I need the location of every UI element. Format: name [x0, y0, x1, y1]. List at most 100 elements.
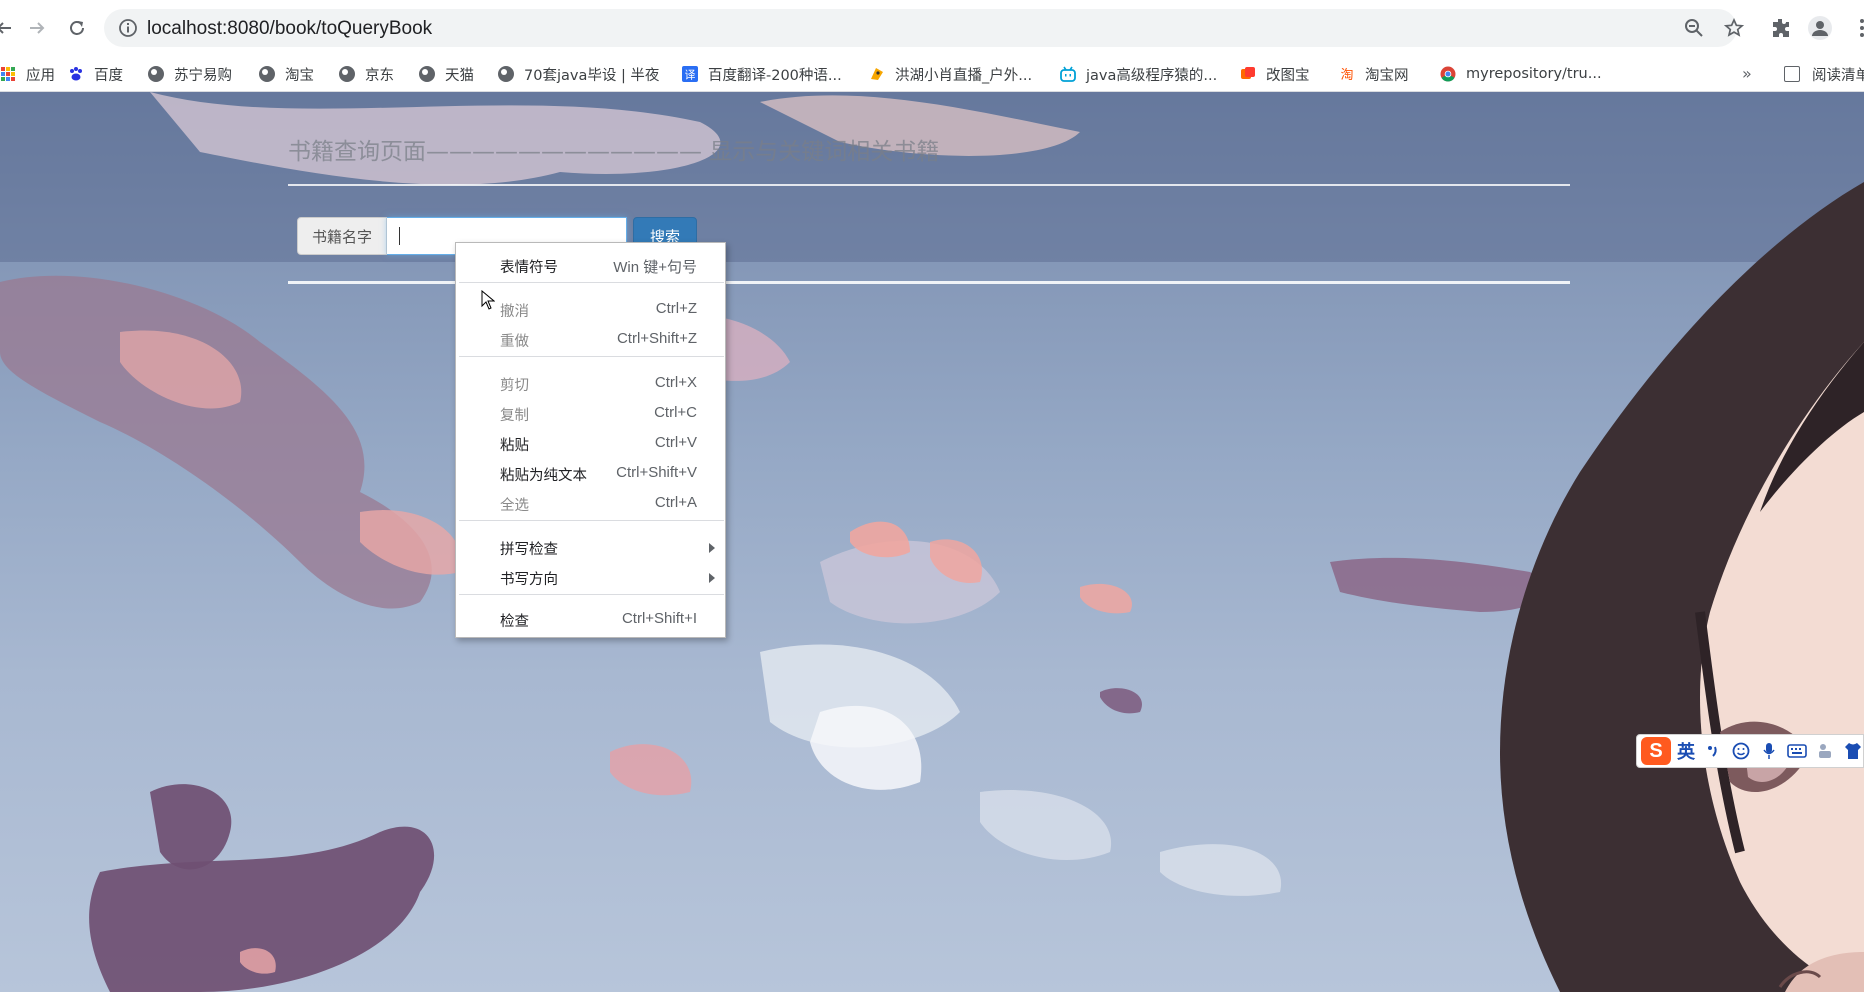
menu-item-paste-plain[interactable]: 粘贴为纯文本 Ctrl+Shift+V [456, 459, 727, 489]
extensions-icon[interactable] [1769, 16, 1793, 40]
menu-item-redo[interactable]: 重做 Ctrl+Shift+Z [456, 325, 727, 355]
address-bar[interactable]: localhost:8080/book/toQueryBook [104, 9, 1744, 47]
microphone-icon[interactable] [1759, 741, 1779, 761]
page-viewport: 书籍查询页面———————————— 显示与关键词相关书籍 书籍名字 搜索 S … [0, 92, 1864, 992]
bookmark-tmall[interactable]: 天猫 [419, 56, 474, 92]
svg-text:译: 译 [685, 69, 696, 82]
menu-item-shortcut: Ctrl+C [654, 404, 697, 421]
bookmark-baidu[interactable]: 百度 [68, 56, 123, 92]
menu-item-label: 书写方向 [500, 572, 558, 588]
menu-item-label: 拼写检查 [500, 542, 558, 558]
punctuation-icon[interactable] [1703, 741, 1723, 761]
menu-item-shortcut: Ctrl+X [654, 374, 697, 391]
toolbox-icon[interactable] [1815, 741, 1835, 761]
menu-item-label: 表情符号 [500, 260, 558, 276]
ime-language-toggle[interactable]: 英 [1677, 738, 1695, 764]
menu-item-cut[interactable]: 剪切 Ctrl+X [456, 369, 727, 399]
bookmarks-bar: 应用 百度 苏宁易购 淘宝 京东 天猫 70套java毕设 | 半夜 译 百度翻… [0, 56, 1864, 92]
bookmark-baidu-translate[interactable]: 译 百度翻译-200种语... [682, 56, 842, 92]
menu-item-shortcut: Ctrl+V [654, 434, 697, 451]
menu-item-label: 剪切 [500, 378, 529, 394]
menu-item-label: 粘贴为纯文本 [500, 468, 587, 484]
bookmark-suning[interactable]: 苏宁易购 [148, 56, 232, 92]
menu-item-inspect[interactable]: 检查 Ctrl+Shift+I [456, 605, 727, 635]
emoji-icon[interactable] [1731, 741, 1751, 761]
bookmark-jd[interactable]: 京东 [339, 56, 394, 92]
skin-icon[interactable] [1843, 741, 1863, 761]
page-title: 书籍查询页面———————————— 显示与关键词相关书籍 [288, 139, 940, 165]
back-button[interactable] [0, 12, 20, 44]
bookmark-myrepository[interactable]: myrepository/tru... [1440, 56, 1602, 92]
menu-item-shortcut: Ctrl+Shift+Z [616, 330, 697, 347]
menu-separator [459, 356, 724, 357]
bookmark-label: 淘宝网 [1365, 67, 1409, 84]
forward-arrow-icon [30, 22, 45, 34]
bookmark-label: 百度 [94, 67, 123, 84]
forward-button[interactable] [21, 12, 53, 44]
bilibili-icon [1060, 66, 1076, 82]
globe-icon [498, 66, 514, 82]
bookmark-label: 应用 [26, 67, 55, 84]
menu-item-spellcheck[interactable]: 拼写检查 [456, 533, 727, 563]
reload-button[interactable] [61, 12, 93, 44]
text-caret [399, 227, 401, 245]
bookmark-label: 京东 [365, 67, 394, 84]
svg-text:淘: 淘 [1340, 68, 1353, 82]
site-info-icon[interactable] [118, 18, 138, 38]
reading-list-icon [1784, 66, 1800, 82]
menu-item-label: 全选 [500, 498, 529, 514]
menu-item-label: 复制 [500, 408, 529, 424]
bookmark-douyu-stream[interactable]: 洪湖小肖直播_户外... [869, 56, 1032, 92]
taobao-icon: 淘 [1340, 68, 1353, 82]
menu-item-select-all[interactable]: 全选 Ctrl+A [456, 489, 727, 519]
submenu-arrow-icon [709, 573, 715, 583]
submenu-arrow-icon [709, 543, 715, 553]
bookmark-label: java高级程序猿的... [1086, 67, 1218, 84]
bookmark-label: 淘宝 [285, 67, 314, 84]
reading-list-label: 阅读清单 [1812, 67, 1864, 84]
globe-icon [339, 66, 355, 82]
more-bookmarks-chevron-icon[interactable]: » [1742, 64, 1752, 83]
menu-item-label: 粘贴 [500, 438, 529, 454]
menu-item-emoji[interactable]: 表情符号 Win 键+句号 [456, 251, 727, 281]
globe-icon [259, 66, 275, 82]
menu-item-label: 检查 [500, 614, 529, 630]
bookmark-gaitubao[interactable]: 改图宝 [1240, 56, 1310, 92]
menu-item-shortcut: Ctrl+Shift+V [616, 464, 697, 481]
menu-item-copy[interactable]: 复制 Ctrl+C [456, 399, 727, 429]
bookmark-apps[interactable]: 应用 [0, 56, 55, 92]
bookmark-java-projects[interactable]: 70套java毕设 | 半夜 [498, 56, 659, 92]
profile-avatar-icon[interactable] [1808, 16, 1832, 40]
baidu-translate-icon: 译 [682, 66, 698, 82]
zoom-icon[interactable] [1684, 18, 1704, 38]
bookmark-taobao[interactable]: 淘宝 [259, 56, 314, 92]
menu-item-label: 重做 [500, 334, 529, 350]
menu-item-shortcut: Ctrl+Shift+I [621, 610, 697, 627]
douyu-icon [871, 68, 883, 80]
gaitubao-icon [1241, 67, 1255, 79]
sogou-logo-icon[interactable]: S [1641, 737, 1671, 765]
bookmark-label: 天猫 [445, 67, 474, 84]
bookmark-taobao-net[interactable]: 淘 淘宝网 [1339, 56, 1409, 92]
menu-item-writing-direction[interactable]: 书写方向 [456, 563, 727, 593]
reading-list-button[interactable]: 阅读清单 [1784, 56, 1864, 92]
apps-grid-icon [1, 67, 15, 81]
menu-item-paste[interactable]: 粘贴 Ctrl+V [456, 429, 727, 459]
menu-item-shortcut: Ctrl+Z [655, 300, 697, 317]
url-text[interactable]: localhost:8080/book/toQueryBook [147, 18, 432, 40]
menu-separator [459, 282, 724, 283]
menu-item-undo[interactable]: 撤消 Ctrl+Z [456, 295, 727, 325]
bookmark-star-icon[interactable] [1724, 18, 1744, 38]
menu-item-label: 撤消 [500, 304, 529, 320]
back-arrow-icon [0, 22, 11, 34]
context-menu: 表情符号 Win 键+句号 撤消 Ctrl+Z 重做 Ctrl+Shift+Z … [455, 242, 726, 638]
menu-item-shortcut: Win 键+句号 [613, 259, 697, 276]
bookmark-label: 70套java毕设 | 半夜 [524, 67, 660, 84]
keyboard-icon[interactable] [1787, 741, 1807, 761]
mouse-pointer-icon [481, 290, 495, 310]
bookmark-bilibili[interactable]: java高级程序猿的... [1060, 56, 1217, 92]
anime-sky-background [0, 92, 1864, 992]
ime-toolbar: S 英 [1636, 734, 1864, 768]
search-input-addon-label: 书籍名字 [297, 217, 388, 255]
browser-menu-icon[interactable] [1850, 16, 1864, 40]
